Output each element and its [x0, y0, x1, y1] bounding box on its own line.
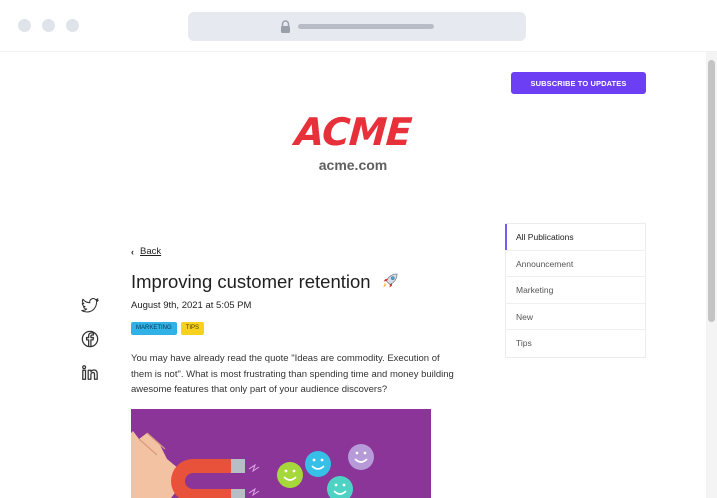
article-hero-image — [131, 409, 431, 498]
window-close-dot[interactable] — [18, 19, 31, 32]
twitter-icon — [81, 298, 99, 313]
subscribe-button[interactable]: SUBSCRIBE TO UPDATES — [511, 72, 646, 94]
linkedin-share-button[interactable] — [79, 362, 101, 384]
address-bar[interactable] — [188, 12, 526, 41]
chevron-left-icon: ‹ — [131, 246, 134, 257]
facebook-share-button[interactable] — [79, 328, 101, 350]
publication-item-tips[interactable]: Tips — [506, 330, 645, 357]
brand-domain: acme.com — [318, 157, 388, 173]
article-date: August 9th, 2021 at 5:05 PM — [131, 300, 252, 311]
publication-item-new[interactable]: New — [506, 304, 645, 331]
tag-tips[interactable]: TIPS — [180, 322, 205, 335]
lock-icon — [281, 20, 290, 33]
linkedin-icon — [82, 365, 98, 380]
window-minimize-dot[interactable] — [42, 19, 55, 32]
back-link[interactable]: ‹ Back — [131, 246, 161, 257]
acme-logo[interactable]: ACME — [281, 108, 424, 156]
scrollbar-thumb[interactable] — [708, 60, 715, 322]
rocket-icon — [382, 273, 398, 288]
window-maximize-dot[interactable] — [66, 19, 79, 32]
article-excerpt: You may have already read the quote "Ide… — [131, 353, 454, 395]
tag-marketing[interactable]: MARKETING — [131, 322, 177, 335]
article-tags: MARKETING TIPS — [131, 322, 205, 335]
page-scrollbar[interactable] — [706, 52, 717, 498]
article-title-text: Improving customer retention — [131, 271, 371, 292]
publication-item-announcement[interactable]: Announcement — [506, 251, 645, 278]
facebook-icon — [81, 330, 99, 348]
article-title: Improving customer retention — [131, 271, 400, 293]
smiley-green-icon — [277, 462, 303, 488]
back-link-label: Back — [140, 246, 162, 257]
url-placeholder-bar — [298, 24, 434, 29]
publication-item-all[interactable]: All Publications — [505, 224, 645, 251]
magnet-shape — [171, 459, 231, 498]
twitter-share-button[interactable] — [79, 295, 101, 317]
publication-item-marketing[interactable]: Marketing — [506, 277, 645, 304]
magnet-illustration — [131, 431, 374, 498]
smiley-purple-icon — [348, 444, 374, 470]
browser-chrome — [0, 0, 717, 52]
smiley-teal-icon — [327, 476, 353, 498]
smiley-blue-icon — [305, 451, 331, 477]
publications-list: All Publications Announcement Marketing … — [505, 223, 646, 358]
